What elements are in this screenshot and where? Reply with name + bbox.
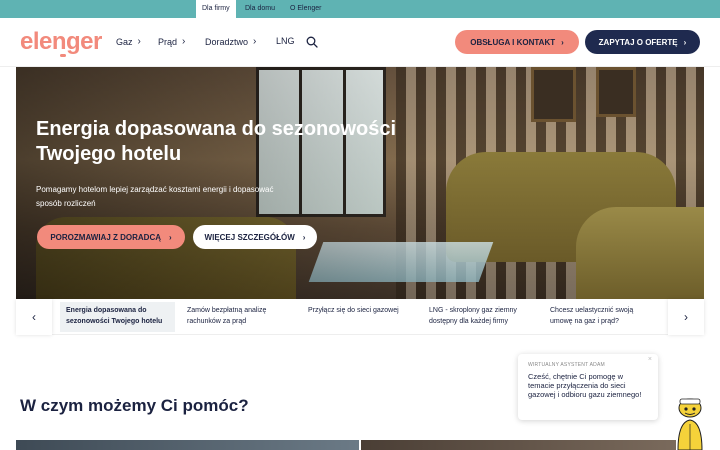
chevron-right-icon: › — [684, 310, 688, 324]
hero-banner: Energia dopasowana do sezonowości Twojeg… — [16, 67, 704, 299]
tab-dla-firmy[interactable]: Dla firmy — [196, 0, 236, 18]
service-card-image[interactable] — [361, 440, 676, 450]
service-card-image[interactable] — [16, 440, 359, 450]
hero-carousel-nav: ‹ Energia dopasowana do sezonowości Twoj… — [16, 299, 704, 335]
chevron-right-icon: › — [137, 36, 141, 47]
section-title: W czym możemy Ci pomóc? — [20, 396, 249, 415]
chevron-right-icon: › — [253, 36, 257, 47]
carousel-item[interactable]: Przyłącz się do sieci gazowej — [302, 302, 412, 332]
carousel-prev-button[interactable]: ‹ — [16, 299, 52, 335]
nav-lng-label: LNG — [276, 36, 295, 46]
carousel-item[interactable]: Zamów bezpłatną analizę rachunków za prą… — [181, 302, 291, 332]
assistant-message: Cześć, chętnie Ci pomogę w temacie przył… — [528, 372, 642, 399]
top-segment-bar: Dla firmy Dla domu O Elenger — [0, 0, 720, 18]
tab-o-elenger[interactable]: O Elenger — [284, 0, 328, 18]
nav-doradztwo-label: Doradztwo — [205, 36, 249, 47]
chevron-left-icon: ‹ — [32, 310, 36, 324]
chevron-right-icon: › — [182, 36, 186, 47]
more-details-button[interactable]: WIĘCEJ SZCZEGÓŁÓW › — [193, 225, 317, 249]
hero-picture-frame — [531, 67, 576, 122]
chevron-right-icon: › — [683, 37, 687, 47]
service-contact-button[interactable]: OBSŁUGA I KONTAKT › — [455, 30, 579, 54]
nav-lng[interactable]: LNG — [276, 36, 295, 46]
request-offer-label: ZAPYTAJ O OFERTĘ — [598, 37, 678, 47]
chevron-right-icon: › — [561, 37, 564, 47]
nav-gaz[interactable]: Gaz › — [116, 36, 141, 47]
carousel-item[interactable]: LNG - skroplony gaz ziemny dostępny dla … — [423, 302, 533, 332]
talk-to-advisor-button[interactable]: POROZMAWIAJ Z DORADCĄ › — [37, 225, 185, 249]
hero-picture-frame — [596, 67, 636, 117]
nav-doradztwo[interactable]: Doradztwo › — [205, 36, 256, 47]
talk-to-advisor-label: POROZMAWIAJ Z DORADCĄ — [50, 232, 161, 242]
hero-armchair — [576, 207, 704, 299]
nav-prad[interactable]: Prąd › — [158, 36, 185, 47]
tab-dla-domu[interactable]: Dla domu — [239, 0, 281, 18]
search-icon[interactable] — [306, 36, 318, 48]
carousel-item[interactable]: Energia dopasowana do sezonowości Twojeg… — [60, 302, 175, 332]
carousel-item[interactable]: Chcesz uelastycznić swoją umowę na gaz i… — [544, 302, 649, 332]
nav-prad-label: Prąd — [158, 36, 178, 47]
chevron-right-icon: › — [302, 232, 306, 242]
hero-title: Energia dopasowana do sezonowości Twojeg… — [36, 118, 397, 165]
chevron-right-icon: › — [169, 232, 172, 242]
virtual-assistant-bubble[interactable]: × WIRTUALNY ASYSTENT ADAM Cześć, chętnie… — [518, 354, 658, 420]
more-details-label: WIĘCEJ SZCZEGÓŁÓW — [204, 232, 295, 242]
logo-text: elenger — [20, 28, 102, 55]
main-header: elenger Gaz › Prąd › Doradztwo › LNG OBS… — [0, 18, 720, 67]
hero-subtitle: Pomagamy hotelom lepiej zarządzać koszta… — [36, 185, 274, 208]
nav-gaz-label: Gaz — [116, 36, 133, 47]
service-contact-label: OBSŁUGA I KONTAKT — [470, 37, 556, 47]
assistant-name-label: WIRTUALNY ASYSTENT ADAM — [528, 362, 605, 368]
close-icon[interactable]: × — [648, 356, 652, 363]
elenger-logo[interactable]: elenger — [20, 28, 102, 57]
request-offer-button[interactable]: ZAPYTAJ O OFERTĘ › — [585, 30, 700, 54]
carousel-next-button[interactable]: › — [668, 299, 704, 335]
assistant-mascot-icon[interactable] — [672, 394, 708, 450]
logo-accent — [60, 54, 66, 57]
